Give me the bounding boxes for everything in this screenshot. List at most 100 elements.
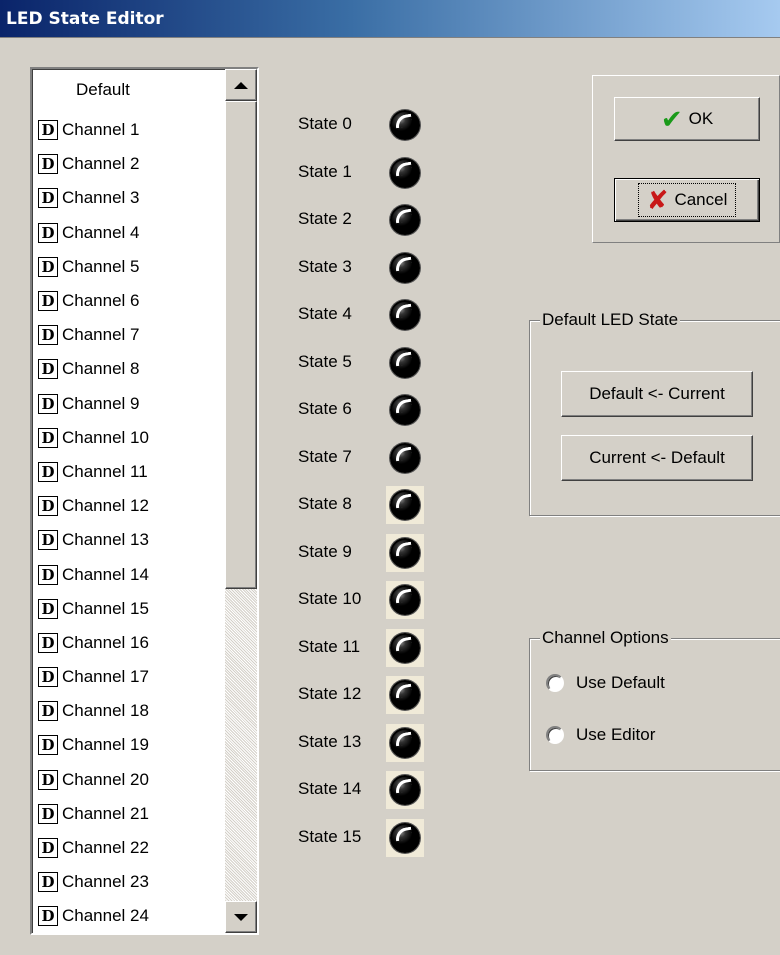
list-item-channel-13[interactable]: D Channel 13 bbox=[34, 523, 224, 557]
radio-use-editor[interactable]: Use Editor bbox=[546, 725, 655, 745]
channel-options-group: Channel Options Use Default Use Editor bbox=[529, 628, 780, 771]
radio-use-default[interactable]: Use Default bbox=[546, 673, 665, 693]
radio-button[interactable] bbox=[546, 726, 564, 744]
state-row: State 2 bbox=[298, 200, 438, 240]
list-item-channel-19[interactable]: D Channel 19 bbox=[34, 728, 224, 762]
led-button[interactable] bbox=[386, 628, 424, 667]
scroll-down-button[interactable] bbox=[225, 901, 257, 933]
led-button[interactable] bbox=[386, 486, 424, 524]
focus-rect: ✘ Cancel bbox=[637, 183, 737, 217]
state-row: State 15 bbox=[298, 818, 438, 858]
led-button[interactable] bbox=[386, 391, 424, 429]
d-icon: D bbox=[38, 222, 58, 243]
list-item-channel-18[interactable]: D Channel 18 bbox=[34, 694, 224, 728]
state-row: State 7 bbox=[298, 438, 438, 478]
channel-label: Channel 3 bbox=[62, 188, 140, 208]
led-button[interactable] bbox=[386, 533, 424, 572]
d-icon: D bbox=[38, 393, 58, 414]
vertical-scrollbar[interactable] bbox=[225, 69, 257, 933]
channel-label: Channel 9 bbox=[62, 393, 140, 413]
scrollbar-thumb[interactable] bbox=[225, 101, 257, 589]
current-from-default-button[interactable]: Current <- Default bbox=[561, 435, 753, 481]
state-label: State 5 bbox=[298, 351, 352, 371]
button-label: Default <- Current bbox=[589, 384, 725, 403]
led-icon bbox=[390, 680, 420, 710]
button-label: Current <- Default bbox=[589, 448, 725, 467]
channel-label: Channel 8 bbox=[62, 359, 140, 379]
list-item-channel-4[interactable]: D Channel 4 bbox=[34, 216, 224, 250]
channel-label: Channel 24 bbox=[62, 906, 149, 926]
channel-label: Channel 14 bbox=[62, 564, 149, 584]
led-button[interactable] bbox=[386, 771, 424, 809]
x-icon: ✘ bbox=[646, 185, 669, 215]
list-item-channel-6[interactable]: D Channel 6 bbox=[34, 284, 224, 318]
button-panel: ✔ OK ✘ Cancel bbox=[592, 75, 780, 243]
list-item-channel-20[interactable]: D Channel 20 bbox=[34, 763, 224, 797]
list-item-channel-5[interactable]: D Channel 5 bbox=[34, 250, 224, 284]
led-icon bbox=[390, 585, 420, 615]
list-item-default[interactable]: Default bbox=[34, 79, 224, 113]
cancel-button[interactable]: ✘ Cancel bbox=[614, 178, 760, 222]
d-icon: D bbox=[38, 872, 58, 893]
list-item-channel-12[interactable]: D Channel 12 bbox=[34, 489, 224, 523]
state-label: State 6 bbox=[298, 399, 352, 418]
list-item-channel-8[interactable]: D Channel 8 bbox=[34, 352, 224, 386]
list-item-channel-22[interactable]: D Channel 22 bbox=[34, 831, 224, 865]
led-icon bbox=[390, 442, 420, 473]
radio-button[interactable] bbox=[546, 674, 564, 692]
list-item-channel-11[interactable]: D Channel 11 bbox=[34, 455, 224, 489]
led-button[interactable] bbox=[386, 106, 424, 144]
led-icon bbox=[390, 537, 420, 568]
d-icon: D bbox=[38, 906, 58, 927]
list-item-channel-17[interactable]: D Channel 17 bbox=[34, 660, 224, 694]
list-item-channel-7[interactable]: D Channel 7 bbox=[34, 318, 224, 352]
led-button[interactable] bbox=[386, 581, 424, 619]
list-item-channel-24[interactable]: D Channel 24 bbox=[34, 899, 224, 933]
led-button[interactable] bbox=[386, 154, 424, 192]
led-button[interactable] bbox=[386, 344, 424, 382]
default-led-state-group: Default LED State Default <- Current Cur… bbox=[529, 310, 780, 516]
state-label: State 2 bbox=[298, 209, 352, 228]
led-button[interactable] bbox=[386, 201, 424, 239]
led-icon bbox=[390, 347, 420, 378]
list-item-channel-23[interactable]: D Channel 23 bbox=[34, 865, 224, 899]
d-icon: D bbox=[38, 325, 58, 346]
state-row: State 8 bbox=[298, 485, 438, 525]
state-label: State 10 bbox=[298, 589, 362, 608]
channel-label: Channel 22 bbox=[62, 838, 149, 858]
state-label: State 7 bbox=[298, 446, 352, 466]
channel-label: Channel 17 bbox=[62, 667, 149, 687]
d-icon: D bbox=[38, 838, 58, 859]
list-item-channel-3[interactable]: D Channel 3 bbox=[34, 181, 224, 215]
list-item-channel-9[interactable]: D Channel 9 bbox=[34, 387, 224, 421]
list-item-channel-16[interactable]: D Channel 16 bbox=[34, 626, 224, 660]
d-icon: D bbox=[38, 769, 58, 790]
state-row: State 10 bbox=[298, 580, 438, 620]
state-label: State 4 bbox=[298, 304, 352, 323]
list-item-channel-10[interactable]: D Channel 10 bbox=[34, 421, 224, 455]
led-button[interactable] bbox=[386, 818, 424, 857]
default-from-current-button[interactable]: Default <- Current bbox=[561, 371, 753, 417]
led-button[interactable] bbox=[386, 723, 424, 762]
state-row: State 13 bbox=[298, 723, 438, 763]
led-button[interactable] bbox=[386, 676, 424, 714]
state-label: State 1 bbox=[298, 161, 352, 181]
list-item-channel-15[interactable]: D Channel 15 bbox=[34, 592, 224, 626]
state-label: State 8 bbox=[298, 494, 352, 513]
channel-listbox[interactable]: Default D Channel 1 D Channel 2 D Channel 3… bbox=[30, 67, 259, 935]
list-item-channel-2[interactable]: D Channel 2 bbox=[34, 147, 224, 181]
scroll-up-button[interactable] bbox=[225, 69, 257, 101]
state-row: State 3 bbox=[298, 248, 438, 288]
list-item-channel-21[interactable]: D Channel 21 bbox=[34, 797, 224, 831]
ok-button[interactable]: ✔ OK bbox=[614, 97, 760, 141]
led-button[interactable] bbox=[386, 296, 424, 334]
d-icon: D bbox=[38, 256, 58, 277]
state-label: State 12 bbox=[298, 684, 362, 703]
list-item-channel-14[interactable]: D Channel 14 bbox=[34, 557, 224, 591]
state-label: State 11 bbox=[298, 636, 361, 656]
list-item-channel-1[interactable]: D Channel 1 bbox=[34, 113, 224, 147]
state-row: State 4 bbox=[298, 295, 438, 335]
led-button[interactable] bbox=[386, 249, 424, 287]
d-icon: D bbox=[38, 530, 58, 551]
led-button[interactable] bbox=[386, 439, 424, 477]
